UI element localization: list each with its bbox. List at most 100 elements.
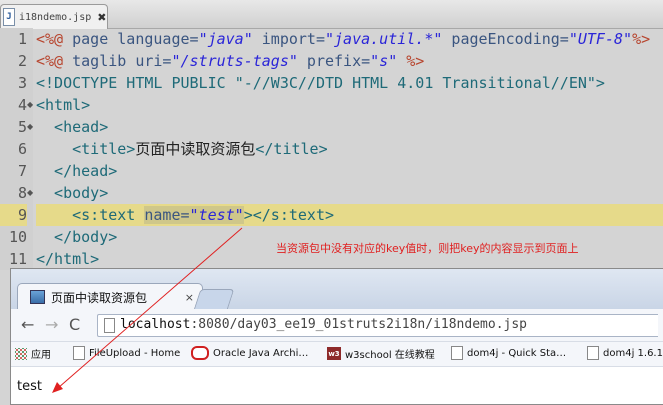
line-number: 4 xyxy=(17,96,27,114)
page-content: test xyxy=(11,367,663,404)
w3school-logo-icon: w3 xyxy=(327,347,341,360)
close-icon[interactable]: × xyxy=(185,291,194,304)
forward-arrow-icon[interactable]: → xyxy=(45,315,58,334)
line-number-gutter: 1 2 3 4 5 6 7 8 9 10 11 ◆ ◆ ◆ xyxy=(0,28,33,270)
browser-toolbar: ← → C localhost:8080/day03_ee19_01struts… xyxy=(11,309,663,342)
rendered-output-text: test xyxy=(17,379,42,394)
code-line-8: <body> xyxy=(36,182,663,204)
jsp-file-icon: J xyxy=(3,8,15,26)
token: uri= xyxy=(135,52,172,70)
token: </title> xyxy=(255,140,328,158)
token: taglib xyxy=(72,52,136,70)
annotation-note: 当资源包中没有对应的key值时，则把key的内容显示到页面上 xyxy=(276,242,579,255)
token: "java.util.*" xyxy=(325,30,443,48)
bookmark-dom4j-quickstart[interactable]: dom4j - Quick Sta… xyxy=(451,346,566,360)
token: <%@ xyxy=(36,52,73,70)
token: </body> xyxy=(36,228,118,246)
bookmark-label: dom4j - Quick Sta… xyxy=(467,347,567,359)
line-number: 3 xyxy=(17,74,27,92)
url-path: :8080/day03_ee19_01struts2i18n/i18ndemo.… xyxy=(190,317,527,332)
new-tab-button[interactable] xyxy=(193,289,235,310)
token: <%@ xyxy=(36,30,73,48)
token: "s" xyxy=(370,52,398,70)
line-number: 6 xyxy=(17,140,27,158)
url-host: localhost xyxy=(120,317,191,332)
token: language= xyxy=(117,30,199,48)
token: %> xyxy=(632,30,651,48)
editor-tab-i18ndemo[interactable]: J i18ndemo.jsp ✖ xyxy=(0,4,108,29)
token: import= xyxy=(252,30,325,48)
editor-tab-label: i18ndemo.jsp xyxy=(19,11,92,23)
bookmark-apps[interactable]: 应用 xyxy=(15,346,51,361)
bookmarks-bar: 应用 FileUpload - Home Oracle Java Archi… … xyxy=(11,342,663,367)
token: "test" xyxy=(189,206,244,224)
token: "/struts-tags" xyxy=(171,52,298,70)
code-editor: J i18ndemo.jsp ✖ 1 2 3 4 5 6 7 8 9 10 11… xyxy=(0,0,663,270)
bookmark-dom4j[interactable]: dom4j 1.6.1 xyxy=(587,346,663,360)
page-icon xyxy=(73,346,85,360)
token: "UTF-8" xyxy=(568,30,633,48)
page-favicon-icon xyxy=(30,290,45,304)
bookmark-label: 应用 xyxy=(31,350,51,361)
bookmark-label: FileUpload - Home xyxy=(89,347,181,359)
token: name= xyxy=(144,206,190,224)
url-text[interactable]: localhost:8080/day03_ee19_01struts2i18n/… xyxy=(120,317,527,332)
line-number: 7 xyxy=(17,162,27,180)
code-line-3: <!DOCTYPE HTML PUBLIC "-//W3C//DTD HTML … xyxy=(36,72,663,94)
bookmark-w3school[interactable]: w3 w3school 在线教程 xyxy=(327,346,435,361)
reload-icon[interactable]: C xyxy=(69,315,80,334)
token: <s:text xyxy=(36,206,145,224)
page-icon xyxy=(451,346,463,360)
address-bar[interactable]: localhost:8080/day03_ee19_01struts2i18n/… xyxy=(97,314,658,337)
bookmark-label: dom4j 1.6.1 xyxy=(603,347,663,359)
line-number: 10 xyxy=(8,228,27,246)
apps-grid-icon xyxy=(15,347,27,360)
close-icon[interactable]: ✖ xyxy=(97,11,106,24)
bookmark-fileupload[interactable]: FileUpload - Home xyxy=(73,346,180,360)
token: <title> xyxy=(36,140,136,158)
code-line-9-current: <s:text name="test"></s:text> xyxy=(36,204,663,226)
bookmark-oracle[interactable]: Oracle Java Archi… xyxy=(191,346,308,360)
token: </head> xyxy=(36,162,118,180)
token: ></s:text> xyxy=(243,206,335,224)
token: </html> xyxy=(36,250,100,268)
token: prefix= xyxy=(297,52,371,70)
token: page xyxy=(72,30,118,48)
line-number: 2 xyxy=(17,52,27,70)
token: <body> xyxy=(36,184,109,202)
current-line-number: 9 xyxy=(0,204,27,226)
token: 页面中读取资源包 xyxy=(135,140,256,158)
browser-tab[interactable]: 页面中读取资源包 × xyxy=(17,283,203,310)
token: <html> xyxy=(36,96,91,114)
line-number: 1 xyxy=(17,30,27,48)
bookmark-label: w3school 在线教程 xyxy=(345,350,435,361)
token: pageEncoding= xyxy=(442,30,569,48)
line-number: 5 xyxy=(17,118,27,136)
token: %> xyxy=(397,52,425,70)
code-line-6: <title>页面中读取资源包</title> xyxy=(36,138,663,160)
code-line-5: <head> xyxy=(36,116,663,138)
editor-tab-bar: J i18ndemo.jsp ✖ xyxy=(0,0,663,29)
token: <!DOCTYPE HTML PUBLIC xyxy=(36,74,235,92)
code-area[interactable]: <%@ page language="java" import="java.ut… xyxy=(36,28,663,270)
code-line-2: <%@ taglib uri="/struts-tags" prefix="s"… xyxy=(36,50,663,72)
token: "java" xyxy=(198,30,253,48)
code-line-1: <%@ page language="java" import="java.ut… xyxy=(36,28,663,50)
bookmark-label: Oracle Java Archi… xyxy=(213,347,309,359)
page-icon xyxy=(104,318,115,333)
line-number: 11 xyxy=(8,250,27,268)
back-arrow-icon[interactable]: ← xyxy=(21,315,34,334)
fold-marker-icon[interactable]: ◆ xyxy=(27,182,33,204)
browser-tab-label: 页面中读取资源包 xyxy=(51,290,148,305)
code-line-4: <html> xyxy=(36,94,663,116)
fold-marker-icon[interactable]: ◆ xyxy=(27,116,33,138)
line-number: 8 xyxy=(17,184,27,202)
token: "-//W3C//DTD HTML 4.01 Transitional//EN"… xyxy=(234,74,605,92)
oracle-logo-icon xyxy=(191,346,209,360)
browser-window: 页面中读取资源包 × ← → C localhost:8080/day03_ee… xyxy=(10,268,663,405)
browser-tab-strip: 页面中读取资源包 × xyxy=(11,269,663,310)
fold-marker-icon[interactable]: ◆ xyxy=(27,94,33,116)
token: <head> xyxy=(36,118,109,136)
code-line-7: </head> xyxy=(36,160,663,182)
page-icon xyxy=(587,346,599,360)
